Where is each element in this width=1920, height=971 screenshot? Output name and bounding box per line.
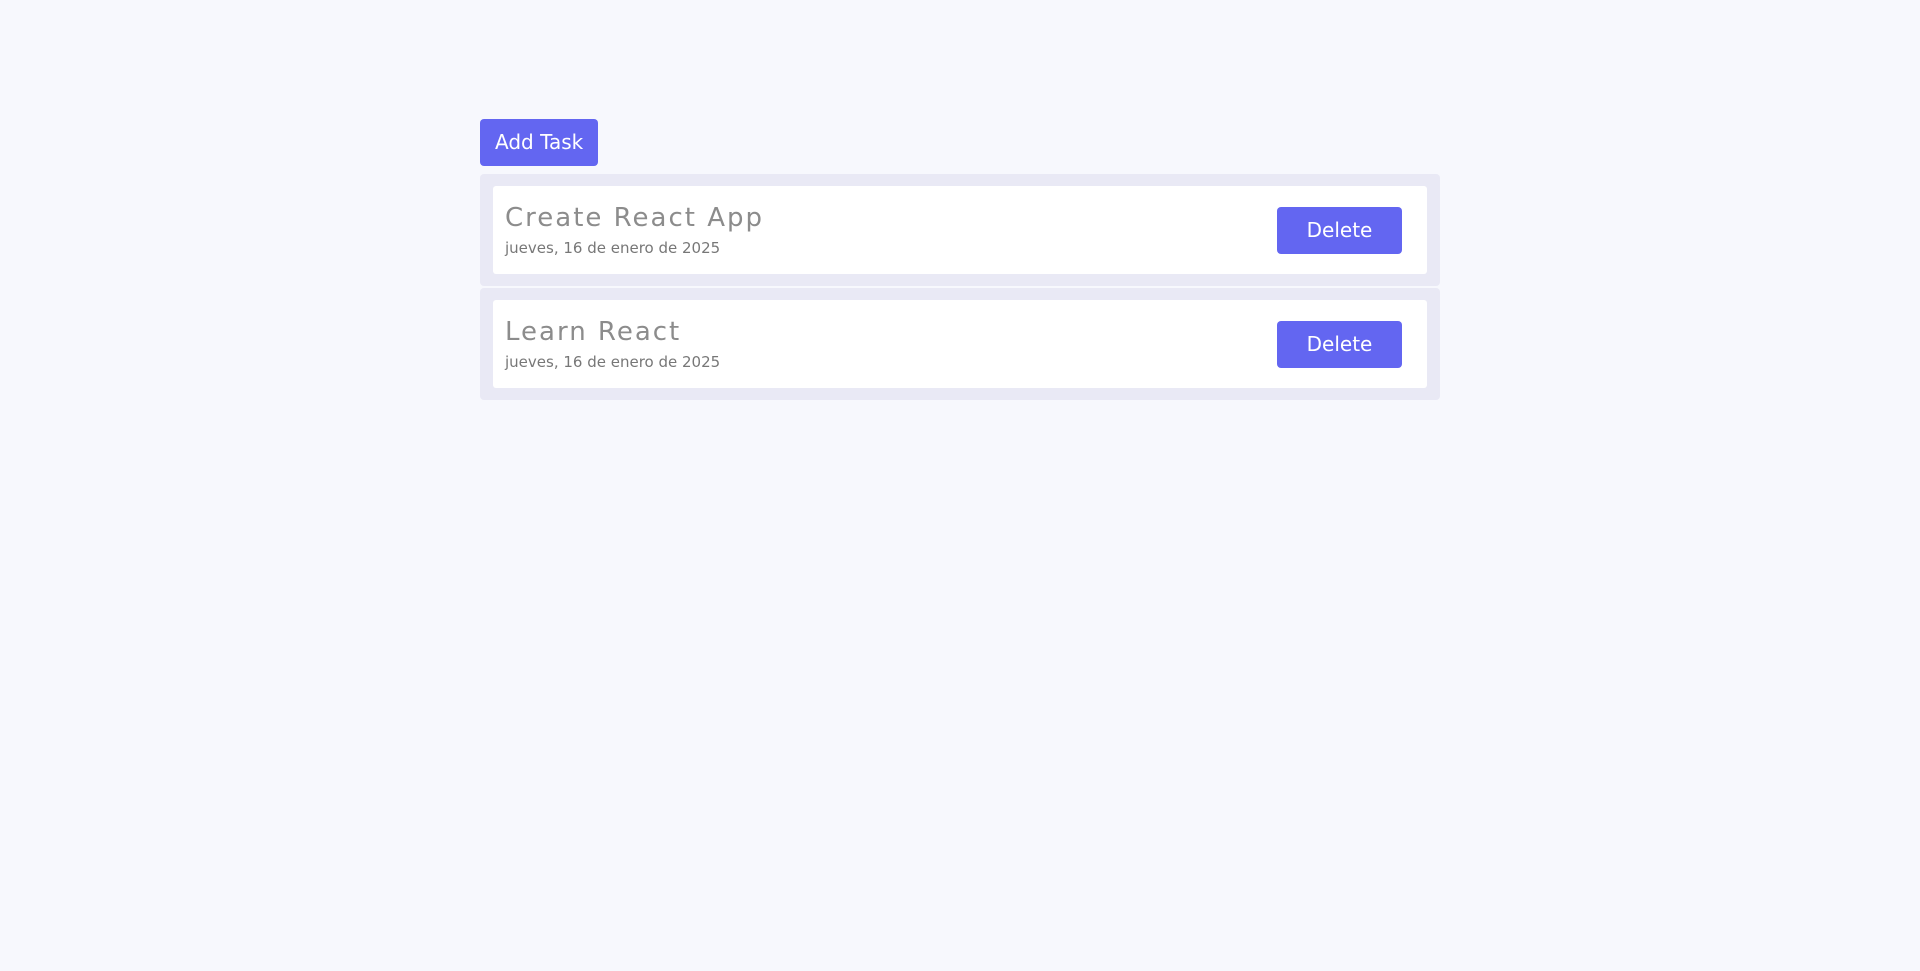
task-item: Create React App jueves, 16 de enero de …	[480, 174, 1440, 286]
task-list: Create React App jueves, 16 de enero de …	[480, 174, 1440, 400]
task-card: Learn React jueves, 16 de enero de 2025 …	[493, 300, 1427, 388]
task-card: Create React App jueves, 16 de enero de …	[493, 186, 1427, 274]
task-title: Learn React	[505, 317, 682, 347]
delete-button[interactable]: Delete	[1277, 320, 1402, 368]
delete-button[interactable]: Delete	[1277, 206, 1402, 254]
task-item: Learn React jueves, 16 de enero de 2025 …	[480, 288, 1440, 400]
task-date: jueves, 16 de enero de 2025	[505, 239, 721, 257]
task-info: Learn React jueves, 16 de enero de 2025	[505, 316, 720, 372]
add-task-button[interactable]: Add Task	[480, 119, 599, 166]
task-app: Add Task Create React App jueves, 16 de …	[480, 119, 1440, 402]
task-info: Create React App jueves, 16 de enero de …	[505, 202, 764, 258]
task-date: jueves, 16 de enero de 2025	[505, 353, 721, 371]
task-title: Create React App	[505, 203, 765, 233]
